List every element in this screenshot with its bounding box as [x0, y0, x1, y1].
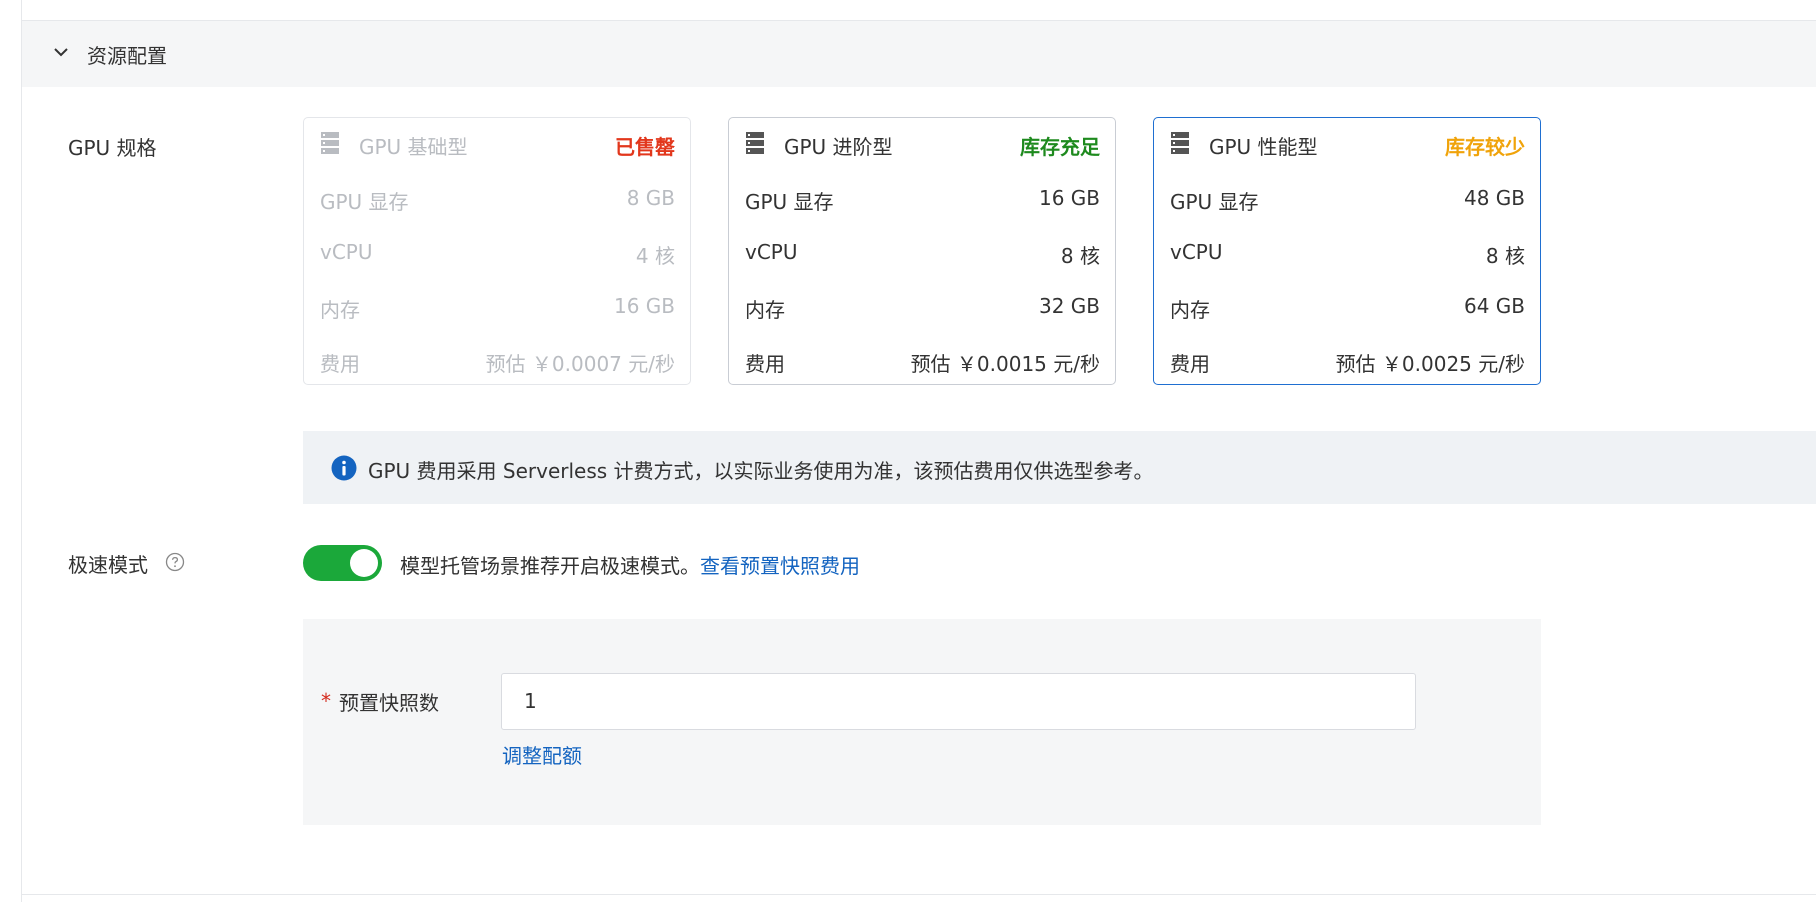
spec-value: 4 核	[635, 244, 675, 268]
gpu-card-advanced[interactable]: GPU 进阶型 库存充足 GPU 显存 16 GB vCPU 8 核 内存 32 GB…	[728, 117, 1116, 385]
spec-value: 8 核	[1060, 244, 1100, 268]
left-border	[21, 0, 22, 902]
view-snapshot-cost-link[interactable]: 查看预置快照费用	[700, 554, 860, 578]
spec-key: 费用	[745, 352, 785, 376]
gpu-card-performance[interactable]: GPU 性能型 库存较少 GPU 显存 48 GB vCPU 8 核 内存 64 GB…	[1153, 117, 1541, 385]
gpu-card-name: GPU 进阶型	[784, 135, 893, 159]
stock-status-badge: 库存充足	[1020, 135, 1100, 159]
spec-key: vCPU	[1170, 240, 1223, 264]
info-icon	[331, 455, 357, 481]
toggle-knob	[350, 549, 378, 577]
gpu-card-name: GPU 性能型	[1209, 135, 1318, 159]
turbo-mode-description: 模型托管场景推荐开启极速模式。查看预置快照费用	[400, 550, 860, 579]
section-header-resource-config[interactable]: 资源配置	[22, 21, 1816, 87]
stock-status-badge: 已售罄	[615, 135, 675, 159]
server-icon	[1171, 132, 1189, 154]
spec-value: 预估 ￥0.0015 元/秒	[910, 352, 1100, 376]
spec-key: vCPU	[320, 240, 373, 264]
spec-key: 内存	[745, 298, 785, 322]
spec-value: 64 GB	[1463, 294, 1525, 318]
required-mark: *	[321, 689, 331, 713]
section-title: 资源配置	[87, 44, 167, 68]
gpu-card-name: GPU 基础型	[359, 135, 468, 159]
notice-text: GPU 费用采用 Serverless 计费方式，以实际业务使用为准，该预估费用…	[368, 459, 1154, 483]
snapshot-count-label: 预置快照数	[339, 691, 439, 715]
spec-value: 32 GB	[1038, 294, 1100, 318]
snapshot-count-input[interactable]: 1	[501, 673, 1416, 730]
chevron-down-icon[interactable]	[52, 43, 70, 61]
spec-value: 预估 ￥0.0025 元/秒	[1335, 352, 1525, 376]
gpu-card-basic[interactable]: GPU 基础型 已售罄 GPU 显存 8 GB vCPU 4 核 内存 16 GB 费…	[303, 117, 691, 385]
stock-status-badge: 库存较少	[1445, 135, 1525, 159]
spec-key: 费用	[1170, 352, 1210, 376]
turbo-mode-label: 极速模式	[68, 553, 148, 577]
spec-key: 费用	[320, 352, 360, 376]
spec-key: GPU 显存	[1170, 190, 1259, 214]
spec-key: vCPU	[745, 240, 798, 264]
spec-value: 16 GB	[613, 294, 675, 318]
spec-value: 8 GB	[626, 186, 675, 210]
billing-notice: GPU 费用采用 Serverless 计费方式，以实际业务使用为准，该预估费用…	[303, 431, 1816, 504]
bottom-divider	[22, 894, 1816, 895]
spec-value: 16 GB	[1038, 186, 1100, 210]
adjust-quota-link[interactable]: 调整配额	[502, 740, 582, 769]
spec-key: 内存	[320, 298, 360, 322]
snapshot-config-panel: * 预置快照数 1 调整配额	[303, 619, 1541, 825]
spec-value: 预估 ￥0.0007 元/秒	[485, 352, 675, 376]
server-icon	[746, 132, 764, 154]
turbo-mode-description-text: 模型托管场景推荐开启极速模式。	[400, 554, 700, 578]
spec-value: 48 GB	[1463, 186, 1525, 210]
spec-key: 内存	[1170, 298, 1210, 322]
turbo-mode-toggle[interactable]	[303, 545, 382, 581]
help-icon[interactable]	[165, 552, 185, 572]
spec-key: GPU 显存	[320, 190, 409, 214]
server-icon	[321, 132, 339, 154]
spec-value: 8 核	[1485, 244, 1525, 268]
gpu-spec-label: GPU 规格	[68, 136, 157, 160]
spec-key: GPU 显存	[745, 190, 834, 214]
